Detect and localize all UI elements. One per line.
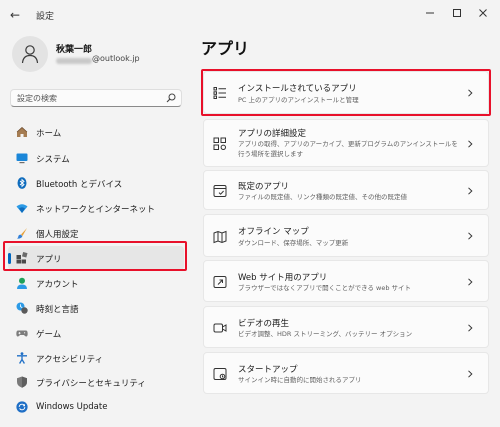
- brush-icon: [17, 228, 27, 239]
- page-title: アプリ: [201, 39, 250, 58]
- user-name: 秋葉一郎: [56, 45, 93, 55]
- search-input[interactable]: [17, 92, 157, 104]
- card-advanced-app-settings[interactable]: アプリの詳細設定 アプリの取得、アプリのアーカイブ、更新プログラムのアンインスト…: [203, 119, 489, 167]
- sidebar-item-label: Windows Update: [36, 402, 108, 412]
- sidebar-item-time-language[interactable]: 時刻と言語: [8, 296, 184, 320]
- sidebar-item-label: システム: [36, 155, 70, 165]
- sidebar-item-apps[interactable]: アプリ: [8, 246, 184, 270]
- card-title: Web サイト用のアプリ: [238, 273, 328, 283]
- sidebar-item-privacy[interactable]: プライバシーとセキュリティ: [8, 370, 184, 394]
- card-installed-apps[interactable]: インストールされているアプリ PC 上のアプリのアンインストールと管理: [203, 71, 489, 114]
- video-icon: [213, 323, 227, 333]
- card-offline-maps[interactable]: オフライン マップ ダウンロード、保存場所、マップ更新: [203, 214, 489, 257]
- windows-update-icon: [16, 401, 28, 413]
- sidebar-item-network[interactable]: ネットワークとインターネット: [8, 196, 184, 220]
- list-icon: [213, 87, 226, 99]
- accessibility-icon: [17, 352, 27, 364]
- gamepad-icon: [16, 330, 28, 337]
- map-icon: [213, 230, 227, 244]
- sidebar-item-windows-update[interactable]: Windows Update: [8, 395, 184, 419]
- search-box[interactable]: [10, 89, 182, 107]
- minimize-button[interactable]: [420, 7, 440, 23]
- user-email: @outlook.jp: [92, 54, 140, 63]
- bluetooth-icon: [17, 177, 27, 189]
- chevron-right-icon: [468, 278, 473, 286]
- card-video-playback[interactable]: ビデオの再生 ビデオ調整、HDR ストリーミング、バッテリー オプション: [203, 306, 489, 348]
- card-title: スタートアップ: [238, 365, 298, 375]
- chevron-right-icon: [468, 232, 473, 240]
- sidebar-item-label: アプリ: [36, 255, 62, 265]
- card-subtitle: ブラウザーではなくアプリで開くことができる web サイト: [238, 284, 412, 292]
- card-subtitle: ファイルの既定値、リンク種類の既定値、その他の既定値: [238, 193, 407, 201]
- chevron-right-icon: [468, 187, 473, 195]
- card-subtitle: サインイン時に自動的に開始されるアプリ: [238, 376, 362, 384]
- card-title: オフライン マップ: [238, 227, 309, 237]
- sidebar-item-accounts[interactable]: アカウント: [8, 271, 184, 295]
- shield-icon: [17, 376, 27, 388]
- search-icon[interactable]: [166, 93, 176, 103]
- maximize-button[interactable]: [447, 7, 467, 23]
- card-default-apps[interactable]: 既定のアプリ ファイルの既定値、リンク種類の既定値、その他の既定値: [203, 170, 489, 210]
- sidebar-item-gaming[interactable]: ゲーム: [8, 321, 184, 345]
- chevron-right-icon: [468, 140, 473, 148]
- card-subtitle: アプリの取得、アプリのアーカイブ、更新プログラムのアンインストールを行う場所を選…: [238, 140, 458, 158]
- sidebar-item-system[interactable]: システム: [8, 146, 184, 170]
- sidebar-item-label: ネットワークとインターネット: [36, 205, 156, 215]
- apps-icon: [16, 252, 28, 264]
- sidebar-item-label: ゲーム: [36, 330, 62, 340]
- close-button[interactable]: [473, 7, 493, 23]
- sidebar-item-personalization[interactable]: 個人用設定: [8, 221, 184, 245]
- arrow-left-icon[interactable]: ←: [10, 9, 20, 21]
- app-settings-icon: [213, 137, 227, 151]
- person-icon: [21, 45, 39, 64]
- web-apps-icon: [213, 276, 227, 288]
- system-icon: [16, 153, 28, 164]
- sidebar-item-label: 時刻と言語: [36, 305, 79, 315]
- sidebar-item-accessibility[interactable]: アクセシビリティ: [8, 346, 184, 370]
- sidebar-item-label: プライバシーとセキュリティ: [36, 379, 146, 389]
- time-language-icon: [16, 302, 28, 314]
- card-title: インストールされているアプリ: [238, 84, 357, 94]
- close-icon: [479, 9, 487, 17]
- sidebar-item-label: ホーム: [36, 129, 62, 139]
- default-apps-icon: [213, 185, 227, 197]
- sidebar-item-label: アカウント: [36, 280, 79, 290]
- card-title: 既定のアプリ: [238, 182, 290, 192]
- title-bar: ← 設定: [0, 0, 500, 32]
- avatar[interactable]: [12, 36, 48, 72]
- selection-indicator: [8, 253, 11, 264]
- card-apps-for-websites[interactable]: Web サイト用のアプリ ブラウザーではなくアプリで開くことができる web サ…: [203, 260, 489, 302]
- chevron-right-icon: [468, 324, 473, 332]
- card-subtitle: ダウンロード、保存場所、マップ更新: [238, 239, 349, 247]
- sidebar-item-label: Bluetooth とデバイス: [36, 180, 123, 190]
- card-startup[interactable]: スタートアップ サインイン時に自動的に開始されるアプリ: [203, 352, 489, 394]
- chevron-right-icon: [468, 89, 473, 97]
- email-redacted: [56, 58, 92, 64]
- maximize-icon: [453, 9, 461, 17]
- sidebar-item-label: 個人用設定: [36, 230, 79, 240]
- account-icon: [17, 277, 27, 289]
- card-subtitle: ビデオ調整、HDR ストリーミング、バッテリー オプション: [238, 330, 413, 338]
- card-title: ビデオの再生: [238, 319, 290, 329]
- card-subtitle: PC 上のアプリのアンインストールと管理: [238, 96, 359, 104]
- sidebar-item-home[interactable]: ホーム: [8, 120, 184, 144]
- minimize-icon: [426, 12, 434, 14]
- window-title: 設定: [36, 12, 55, 22]
- chevron-right-icon: [468, 370, 473, 378]
- wifi-icon: [16, 204, 28, 213]
- home-icon: [16, 126, 28, 137]
- card-title: アプリの詳細設定: [238, 129, 307, 139]
- sidebar-item-bluetooth[interactable]: Bluetooth とデバイス: [8, 171, 184, 195]
- startup-icon: [213, 368, 227, 380]
- sidebar-item-label: アクセシビリティ: [36, 355, 104, 365]
